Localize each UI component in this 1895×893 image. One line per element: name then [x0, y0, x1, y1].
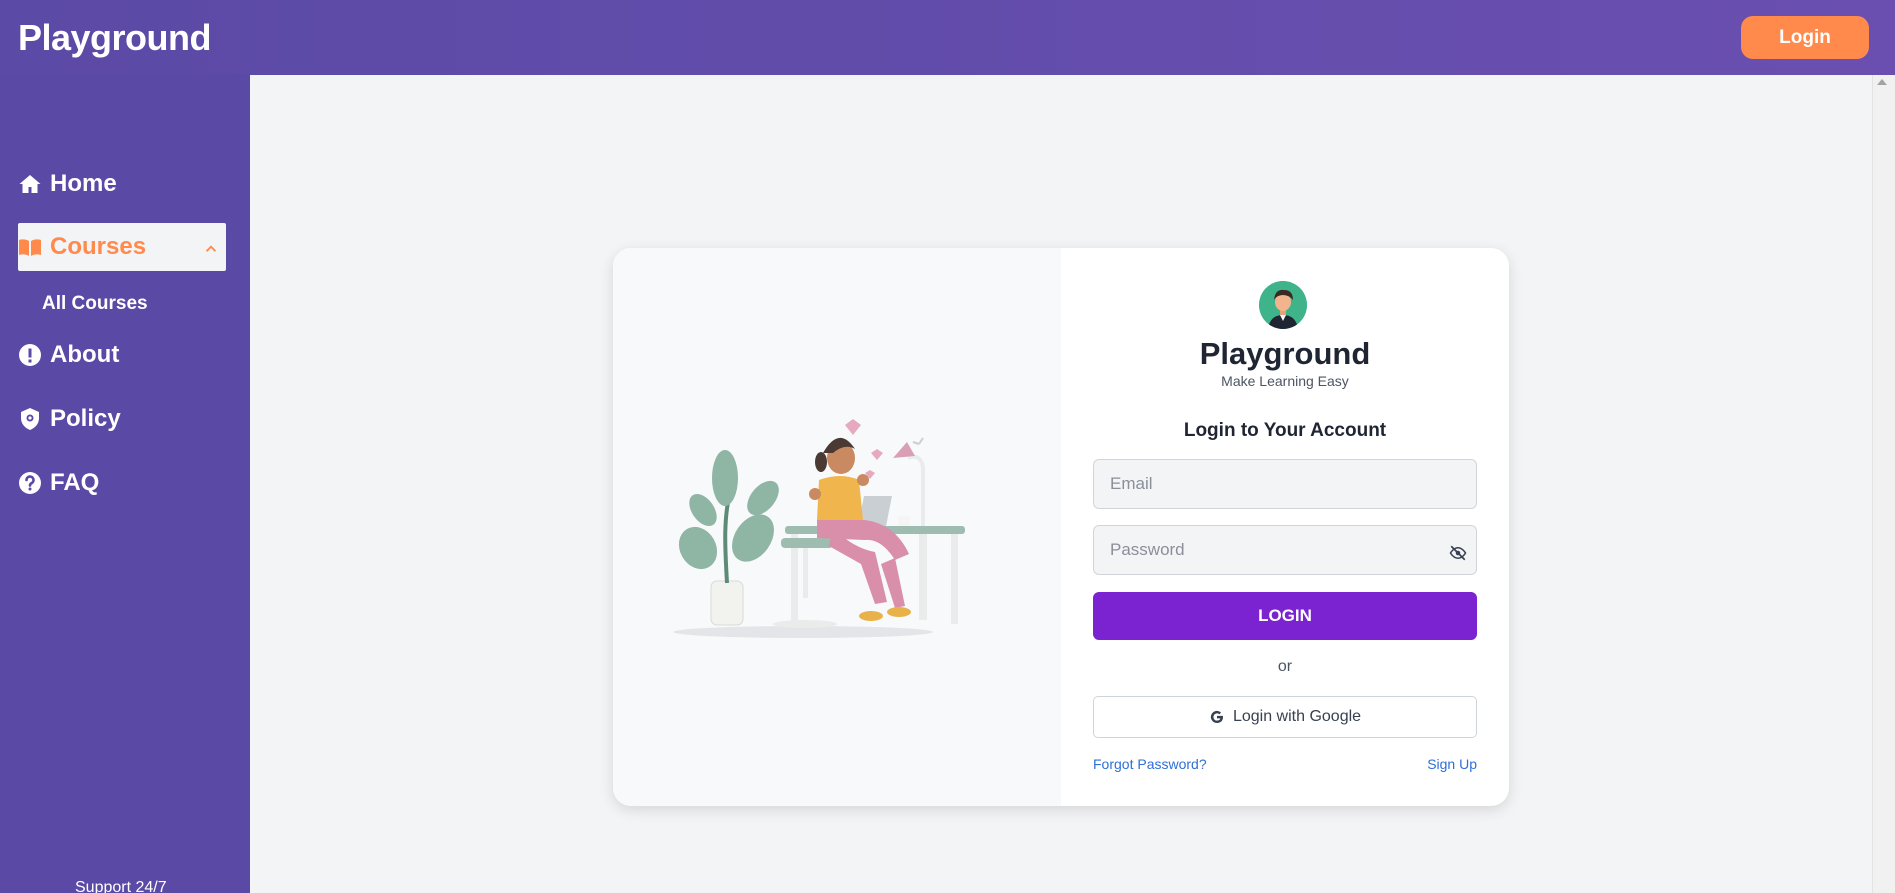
scroll-up-arrow-icon[interactable] [1877, 79, 1887, 85]
page-scrollbar[interactable] [1872, 75, 1895, 893]
shield-icon [21, 408, 39, 430]
login-card: Playground Make Learning Easy Login to Y… [613, 248, 1509, 806]
book-open-icon [19, 239, 41, 256]
sidebar-item-label: Home [50, 170, 117, 197]
login-submit-button[interactable]: LOGIN [1093, 592, 1477, 640]
sidebar-item-label: About [50, 341, 120, 368]
google-login-label: Login with Google [1232, 708, 1362, 725]
sidebar-item-label: Courses [50, 233, 147, 260]
email-input[interactable] [1093, 459, 1477, 509]
info-circle-icon [19, 344, 41, 366]
sidebar-item-label: Policy [50, 405, 121, 432]
or-divider: or [1277, 658, 1293, 675]
forgot-password-link[interactable]: Forgot Password? [1093, 756, 1207, 772]
sidebar-item-home[interactable]: Home [18, 170, 117, 198]
card-tagline: Make Learning Easy [1221, 373, 1349, 389]
support-text[interactable]: Support 24/7 [75, 879, 167, 893]
google-login-button[interactable]: Login with Google [1093, 696, 1477, 738]
sidebar-item-about[interactable]: About [18, 341, 119, 369]
login-form-panel: Playground Make Learning Easy Login to Y… [1061, 248, 1509, 806]
sidebar: Home Courses All Courses About Policy FA… [0, 75, 250, 893]
google-icon [1210, 710, 1223, 724]
sidebar-item-label: FAQ [50, 469, 100, 496]
top-header: Playground Login [0, 0, 1895, 75]
home-icon [19, 175, 41, 193]
sidebar-subitem-all-courses[interactable]: All Courses [42, 293, 148, 315]
illustration-panel [613, 248, 1061, 806]
sign-up-link[interactable]: Sign Up [1427, 756, 1477, 772]
question-circle-icon [19, 472, 41, 494]
eye-slash-icon[interactable] [1449, 544, 1467, 562]
header-login-button[interactable]: Login [1741, 16, 1869, 59]
sidebar-item-policy[interactable]: Policy [18, 405, 121, 433]
avatar [1259, 281, 1307, 329]
login-heading: Login to Your Account [1183, 420, 1387, 441]
brand-logo[interactable]: Playground [18, 17, 212, 59]
user-avatar-icon [1259, 281, 1307, 329]
card-title: Playground [1199, 336, 1371, 371]
sidebar-item-faq[interactable]: FAQ [18, 469, 99, 497]
person-at-desk-illustration [673, 419, 965, 638]
chevron-up-icon[interactable] [202, 237, 220, 255]
sidebar-item-courses[interactable]: Courses [18, 223, 226, 271]
password-input[interactable] [1093, 525, 1477, 575]
